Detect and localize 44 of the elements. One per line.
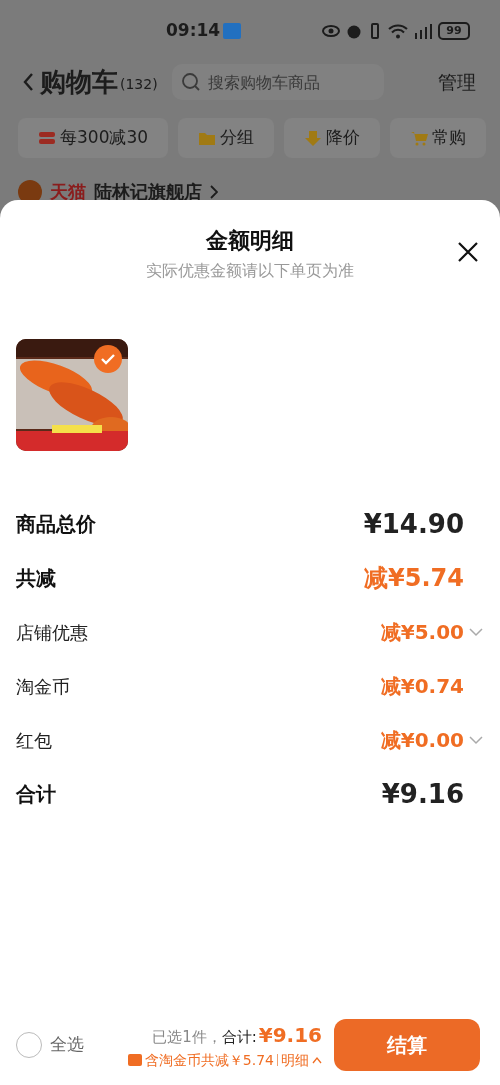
row-label: 合计 [16,781,56,808]
row-label: 商品总价 [16,511,96,538]
row-value: 减¥0.00 [380,727,464,754]
row-value: ¥9.16 [381,777,464,811]
row-label: 红包 [16,728,52,753]
chevron-up-icon[interactable] [312,1056,322,1064]
row-value: 减¥5.00 [380,619,464,646]
row-label: 店铺优惠 [16,620,88,645]
app-notification-icon [223,23,242,39]
sheet-subtitle: 实际优惠金额请以下单页为准 [146,260,354,282]
row-label: 淘金币 [16,674,70,699]
row-value: ¥14.90 [363,507,464,541]
total-label: 合计: [221,1026,257,1048]
search-field[interactable]: 搜索购物车商品 [171,64,384,100]
filter-chip[interactable]: 每300减30 [18,118,169,158]
row-value: 减¥0.74 [380,673,464,700]
row-value: 减¥5.74 [364,563,464,594]
selected-count: 已选1件， [152,1026,222,1048]
shop-tag-label: 天猫 [50,180,86,204]
filter-chip[interactable]: 分组 [178,118,275,158]
page-title: 购物车 [40,65,118,99]
back-button[interactable] [22,72,34,92]
total-price: ¥9.16 [258,1021,322,1049]
battery-icon: 99 [438,22,470,40]
search-icon [180,72,201,92]
manage-button[interactable]: 管理 [438,67,476,97]
cart-count: (132) [120,74,158,94]
eye-icon [322,25,340,37]
wifi-icon [388,23,408,39]
shop-name: 陆林记旗舰店 [94,180,202,204]
savings-text: 含淘金币共减￥5.74 [144,1050,274,1070]
chevron-down-icon[interactable] [468,735,484,745]
chevron-right-icon [210,184,218,199]
signal-icon [414,23,432,39]
close-button[interactable] [456,240,480,264]
status-time: 09:14 [166,19,221,43]
details-link[interactable]: 明细 [281,1049,309,1071]
filter-chip[interactable]: 降价 [284,118,381,158]
checkout-button[interactable]: 结算 [334,1019,480,1071]
filter-chip[interactable]: 常购 [390,118,487,158]
chevron-down-icon[interactable] [468,627,484,637]
select-all-label: 全选 [50,1033,84,1057]
sheet-title: 金额明细 [206,227,294,255]
row-label: 共减 [16,565,56,592]
